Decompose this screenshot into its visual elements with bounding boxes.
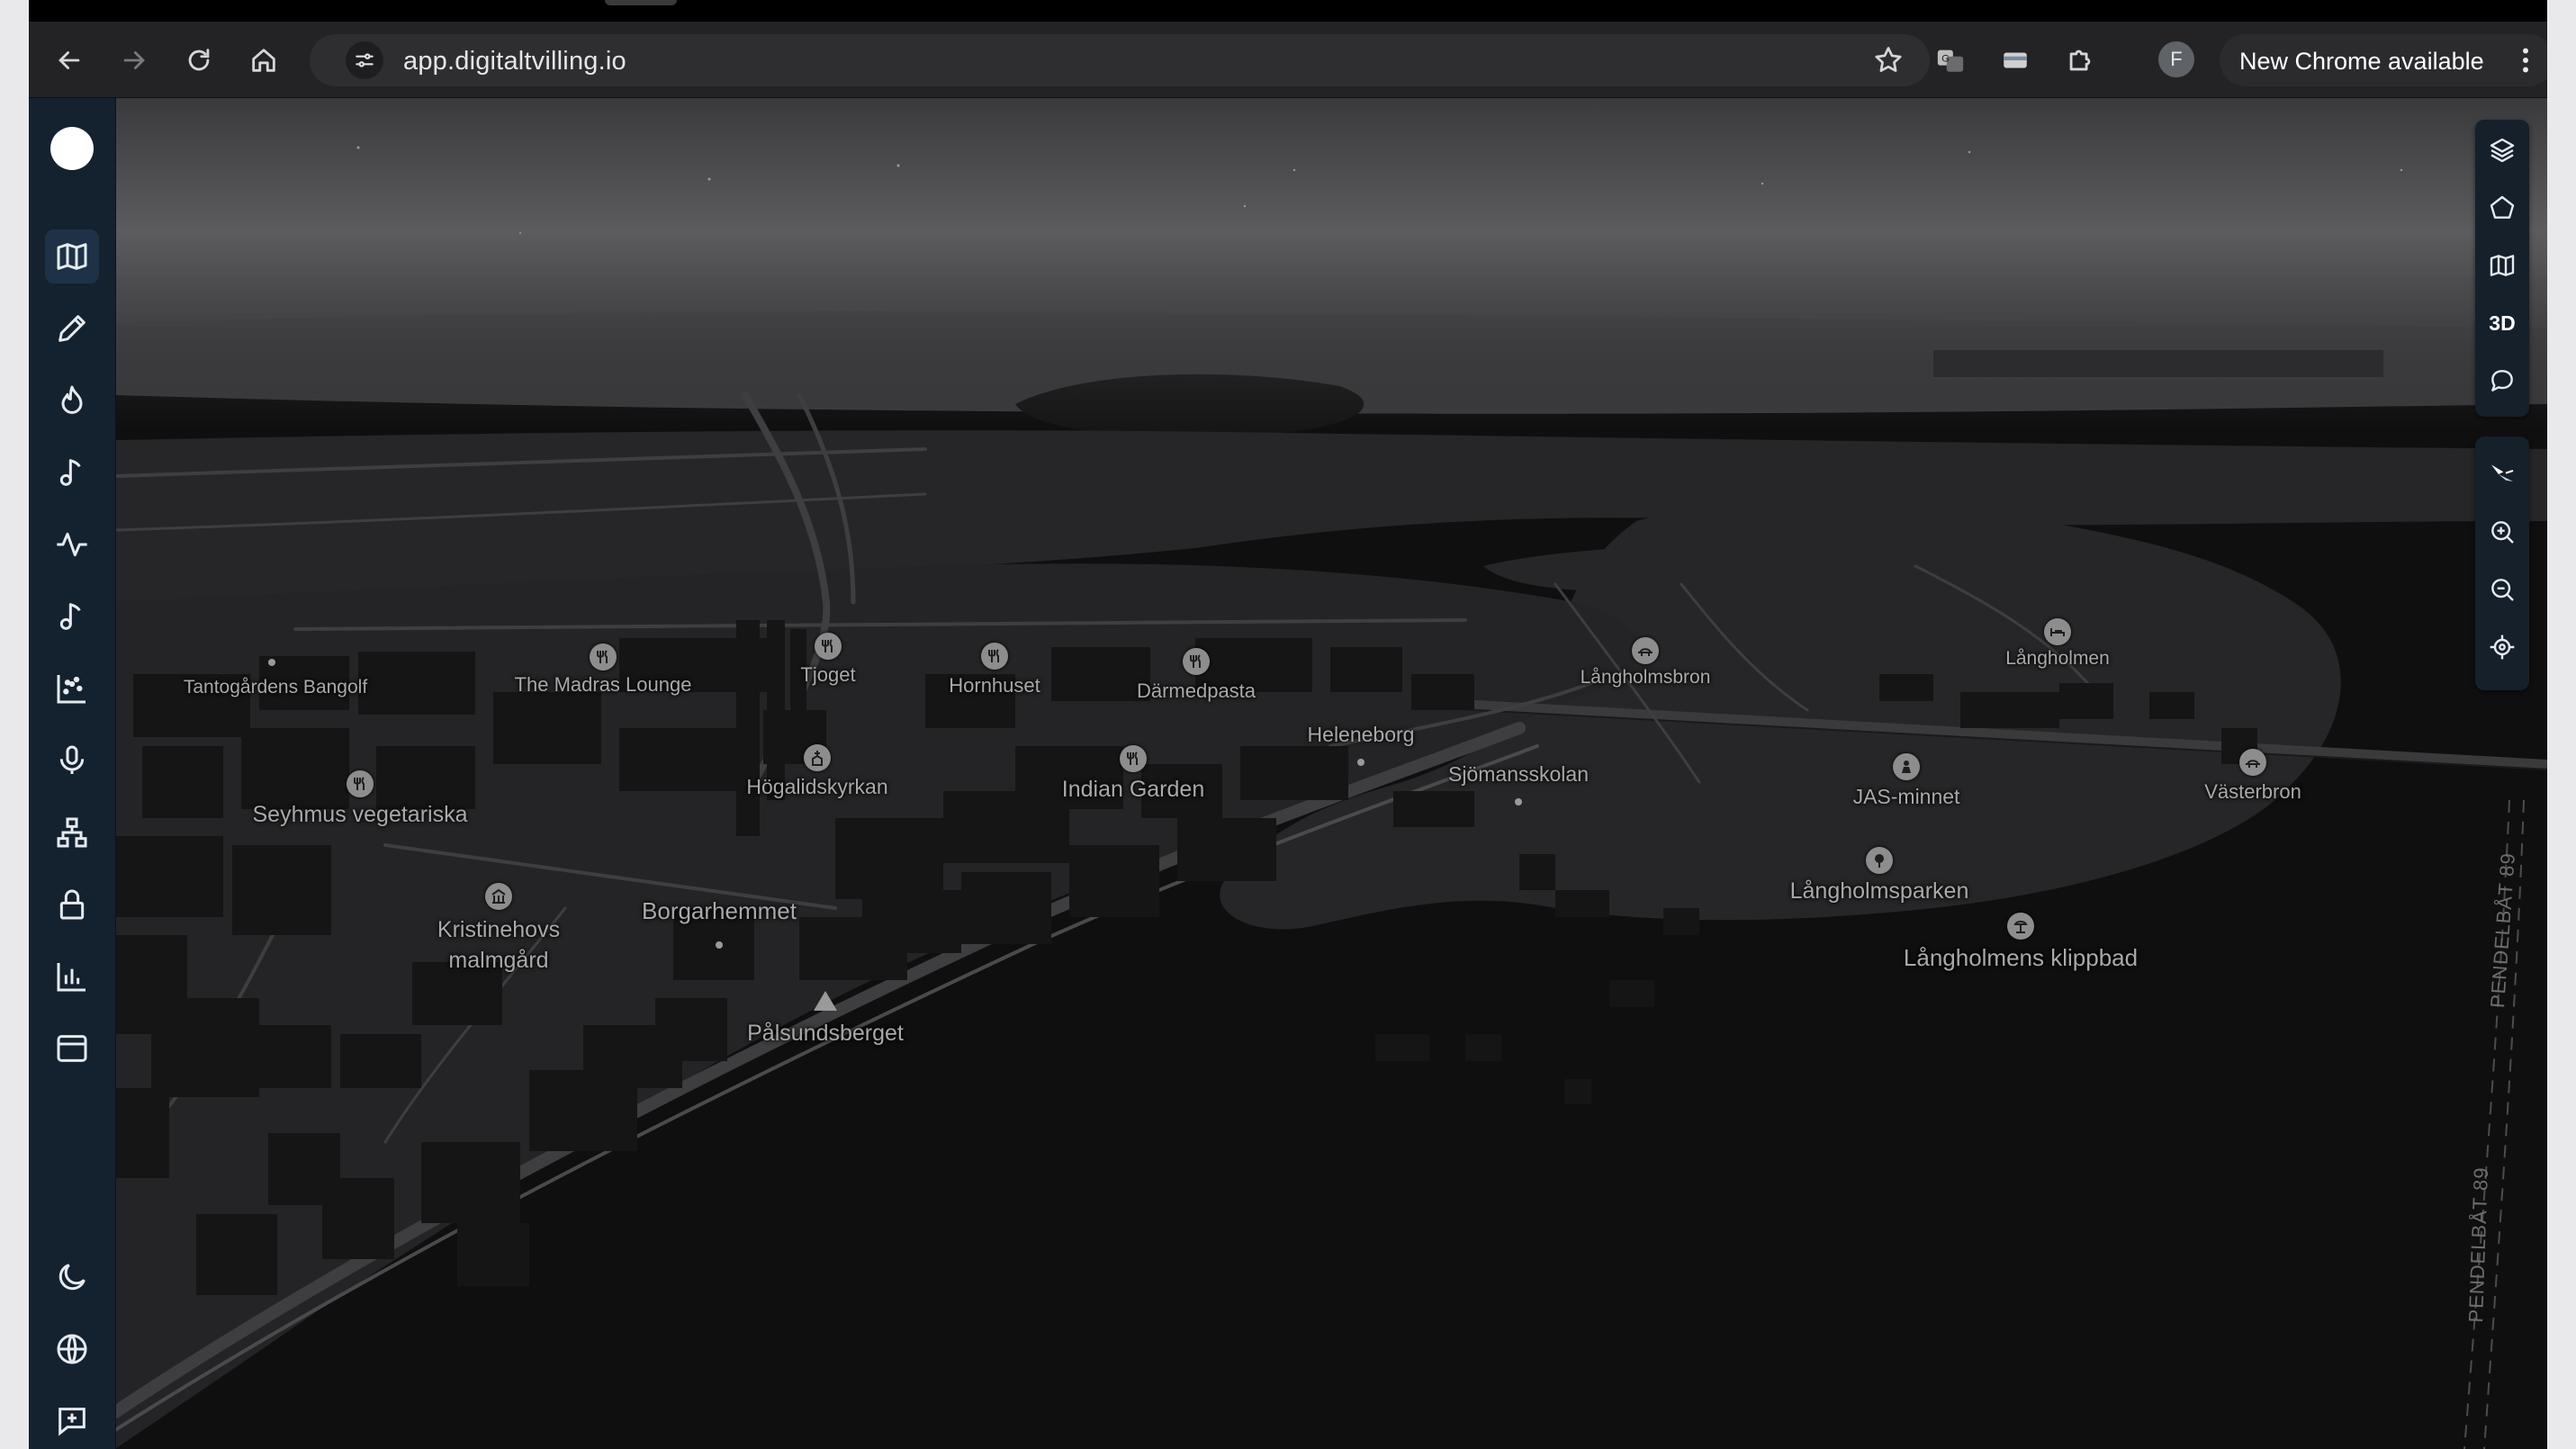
place-label[interactable]: Hornhuset [949, 674, 1040, 698]
place-label[interactable]: The Madras Lounge [515, 673, 692, 697]
chrome-update-chip[interactable]: New Chrome available [2220, 34, 2547, 86]
map-icon[interactable] [45, 230, 99, 284]
polygon-icon[interactable] [2475, 181, 2529, 235]
mountain-icon [814, 991, 837, 1011]
moon-icon[interactable] [45, 1250, 99, 1304]
bed-icon [2044, 618, 2071, 645]
music-note-icon[interactable] [45, 590, 99, 644]
reload-icon[interactable] [182, 43, 216, 77]
restaurant-icon [1120, 745, 1147, 772]
restaurant-icon [347, 770, 374, 797]
window-layout-icon[interactable] [45, 1022, 99, 1076]
restaurant-icon [1183, 648, 1210, 675]
scatter-chart-icon[interactable] [45, 662, 99, 716]
bridge-icon [2239, 749, 2266, 776]
zoom-out-icon[interactable] [2475, 562, 2529, 616]
place-label[interactable]: Tjoget [800, 663, 855, 687]
home-icon[interactable] [247, 43, 281, 77]
place-label[interactable]: Indian Garden [1062, 777, 1204, 803]
translate-icon[interactable]: G [1933, 43, 1968, 77]
restaurant-icon [981, 643, 1008, 670]
beach-icon [2007, 913, 2034, 940]
activity-pulse-icon[interactable] [45, 518, 99, 572]
place-label[interactable]: Tantogårdens Bangolf [184, 677, 367, 698]
profile-avatar[interactable]: F [2158, 41, 2194, 77]
bar-chart-icon[interactable] [45, 950, 99, 1004]
poi-dot-icon [1515, 798, 1522, 806]
place-label[interactable]: Pålsundsberget [747, 1021, 904, 1047]
card-icon[interactable] [1998, 43, 2032, 77]
update-label[interactable]: New Chrome available [2239, 48, 2484, 76]
poi-dot-icon [268, 659, 275, 666]
place-label[interactable]: Heleneborg [1308, 723, 1415, 747]
map-controls-top: 3D [2475, 120, 2529, 417]
network-hierarchy-icon[interactable] [45, 806, 99, 860]
app-sidebar [29, 98, 116, 1449]
3d-toggle-button[interactable]: 3D [2475, 296, 2529, 350]
music-note-icon[interactable] [45, 446, 99, 500]
bridge-icon [1632, 637, 1659, 664]
lock-icon[interactable] [45, 878, 99, 932]
flame-icon[interactable] [45, 374, 99, 428]
map-controls-bottom [2475, 436, 2529, 690]
svg-text:G: G [1941, 53, 1950, 64]
forward-arrow-icon[interactable] [117, 43, 151, 77]
place-label[interactable]: Sjömansskolan [1448, 762, 1589, 787]
church-icon [804, 744, 831, 771]
more-vert-icon[interactable] [2509, 44, 2542, 76]
museum-icon [485, 883, 512, 910]
url-text[interactable]: app.digitaltvilling.io [403, 47, 626, 76]
app-viewport: Tantogårdens Bangolf The Madras Lounge T… [29, 98, 2547, 1449]
locate-icon[interactable] [2475, 620, 2529, 674]
map-canvas[interactable]: Tantogårdens Bangolf The Madras Lounge T… [115, 98, 2547, 1449]
place-label[interactable]: Högalidskyrkan [746, 775, 887, 799]
speech-bubble-icon[interactable] [2475, 354, 2529, 408]
restaurant-icon [815, 633, 842, 660]
extensions-puzzle-icon[interactable] [2063, 43, 2097, 77]
tab-strip [29, 0, 2547, 22]
place-label[interactable]: Långholmen [2005, 648, 2110, 670]
compass-north-icon[interactable] [2475, 447, 2529, 501]
layers-icon[interactable] [2475, 123, 2529, 177]
place-label[interactable]: Borgarhemmet [642, 897, 797, 925]
monument-icon [1893, 753, 1920, 780]
site-info-icon[interactable] [346, 41, 383, 79]
place-label[interactable]: Långholmsbron [1581, 667, 1711, 688]
feedback-message-icon[interactable] [45, 1394, 99, 1448]
map-icon[interactable] [2475, 238, 2529, 292]
tab-edge [605, 0, 677, 5]
place-label[interactable]: JAS-minnet [1853, 785, 1960, 809]
browser-window: app.digitaltvilling.io G F New Chrome av… [29, 0, 2547, 1449]
bookmark-star-icon[interactable] [1872, 44, 1905, 76]
place-label[interactable]: Långholmens klippbad [1904, 944, 2138, 972]
poi-dot-icon [716, 941, 723, 949]
place-label[interactable]: Seyhmus vegetariska [252, 802, 467, 828]
zoom-in-icon[interactable] [2475, 505, 2529, 559]
address-bar[interactable]: app.digitaltvilling.io [310, 34, 1930, 86]
place-label[interactable]: Västerbron [2204, 780, 2301, 804]
restaurant-icon [590, 644, 617, 670]
tree-icon [1866, 847, 1893, 874]
poi-dot-icon [1357, 759, 1365, 766]
place-label[interactable]: Långholmsparken [1790, 878, 1969, 904]
back-arrow-icon[interactable] [52, 43, 86, 77]
map-base-layer[interactable] [115, 98, 2547, 1449]
browser-toolbar: app.digitaltvilling.io G F New Chrome av… [29, 22, 2547, 98]
app-logo[interactable] [50, 127, 94, 170]
place-label[interactable]: Kristinehovs malmgård [437, 914, 560, 976]
microphone-icon[interactable] [45, 734, 99, 788]
pencil-icon[interactable] [45, 302, 99, 356]
place-label[interactable]: Därmedpasta [1137, 680, 1256, 703]
globe-icon[interactable] [45, 1322, 99, 1376]
